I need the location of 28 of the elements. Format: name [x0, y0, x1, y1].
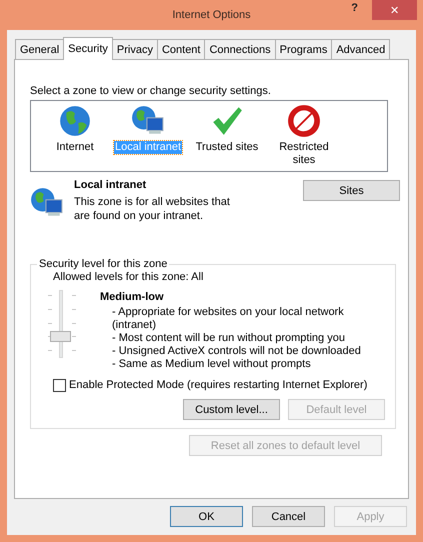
checkbox[interactable]	[53, 378, 66, 392]
tab[interactable]: General	[15, 39, 64, 59]
zone-prompt: Select a zone to view or change security settings.	[30, 84, 272, 98]
close-button[interactable]: ✕	[372, 0, 417, 20]
globe-icon	[58, 104, 92, 138]
dialog-button[interactable]: OK	[170, 506, 243, 527]
tab[interactable]: Security	[63, 37, 113, 60]
level-description: - Unsigned ActiveX controls will not be downloaded	[111, 345, 362, 358]
level-description: - Same as Medium level without prompts	[111, 358, 312, 371]
zone-description: This zone is for all websites that are found on your intranet.	[74, 195, 231, 223]
tab[interactable]: Advanced	[331, 39, 390, 59]
level-button[interactable]: Custom level...	[183, 399, 280, 420]
group-legend: Security level for this zone	[37, 258, 170, 270]
window-title: Internet Options	[172, 9, 251, 21]
zone-item[interactable]: Trusted sites	[187, 104, 267, 171]
zone-title: Local intranet	[74, 178, 148, 192]
help-button[interactable]: ?	[345, 2, 364, 14]
slider-thumb[interactable]	[50, 331, 71, 342]
checkbox-label: Enable Protected Mode (requires restarting Internet Explorer)	[69, 378, 368, 392]
dialog-button[interactable]: Cancel	[252, 506, 325, 527]
allowed-levels-label: Allowed levels for this zone: All	[53, 270, 204, 284]
sites-button[interactable]: Sites	[303, 180, 400, 201]
level-name: Medium-low	[100, 290, 165, 304]
level-description: - Appropriate for websites on your local network (intranet)	[111, 306, 345, 332]
level-description: - Most content will be run without prompting you	[111, 332, 346, 345]
zone-item[interactable]: Internet	[41, 104, 109, 171]
prohibited-icon	[287, 104, 321, 138]
zone-item[interactable]: Restricted sites	[267, 104, 341, 171]
